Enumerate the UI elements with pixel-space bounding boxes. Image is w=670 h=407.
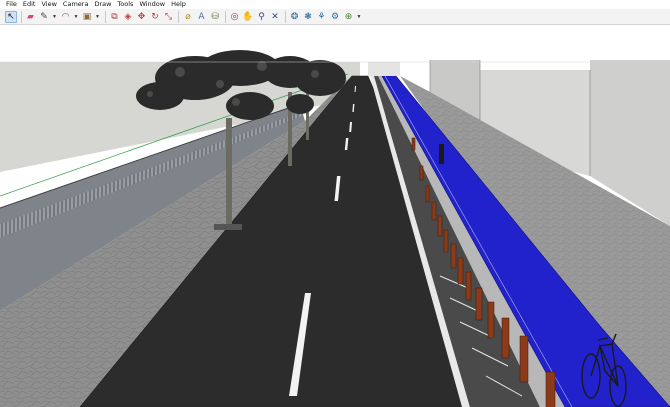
menu-window[interactable]: Window (136, 0, 168, 9)
arc-tool-icon[interactable]: ◠ (60, 11, 72, 23)
toolbar-separator (104, 10, 106, 23)
menu-help[interactable]: Help (168, 0, 189, 9)
pan-tool-icon[interactable]: ✋ (242, 11, 254, 23)
toolbar-separator (224, 10, 226, 23)
push-pull-tool-icon[interactable]: ⧉ (109, 11, 121, 23)
bollard-post-dark (439, 144, 444, 164)
layout-icon[interactable]: ⚙ (329, 11, 341, 23)
text-tool-icon[interactable]: A (196, 11, 208, 23)
shape-tool-icon[interactable]: ▣ (81, 11, 93, 23)
menu-view[interactable]: View (38, 0, 59, 9)
orbit-tool-icon[interactable]: ◎ (229, 11, 241, 23)
extension-manager-icon[interactable]: ⊕ (343, 11, 355, 23)
scale-tool-icon[interactable]: ⤡ (163, 11, 175, 23)
menu-file[interactable]: File (3, 0, 20, 9)
follow-me-tool-icon[interactable]: ◈ (122, 11, 134, 23)
chevron-down-icon[interactable]: ▼ (73, 11, 79, 23)
main-toolbar: ↖ ▰ ✎ ▼ ◠ ▼ ▣ ▼ ⧉ ◈ ✥ ↻ ⤡ ⌀ A ⛁ ◎ ✋ ⚲ ✕ ❂ ❃ ⚘ ⚙ ⊕ ▼ (0, 9, 670, 25)
line-tool-icon[interactable]: ✎ (38, 11, 50, 23)
menu-tools[interactable]: Tools (114, 0, 136, 9)
3d-warehouse-icon[interactable]: ❂ (289, 11, 301, 23)
toolbar-separator (284, 10, 286, 23)
chevron-down-icon[interactable]: ▼ (356, 11, 362, 23)
share-model-icon[interactable]: ⚘ (316, 11, 328, 23)
chevron-down-icon[interactable]: ▼ (52, 11, 58, 23)
toolbar-separator (20, 10, 22, 23)
menu-bar: File Edit View Camera Draw Tools Window Help (0, 0, 670, 9)
chevron-down-icon[interactable]: ▼ (95, 11, 101, 23)
menu-draw[interactable]: Draw (91, 0, 114, 9)
extension-warehouse-icon[interactable]: ❃ (302, 11, 314, 23)
zoom-extents-tool-icon[interactable]: ✕ (269, 11, 281, 23)
rotate-tool-icon[interactable]: ↻ (149, 11, 161, 23)
menu-camera[interactable]: Camera (60, 0, 92, 9)
zoom-tool-icon[interactable]: ⚲ (256, 11, 268, 23)
paint-bucket-tool-icon[interactable]: ⛁ (209, 11, 221, 23)
menu-edit[interactable]: Edit (20, 0, 39, 9)
tape-measure-tool-icon[interactable]: ⌀ (182, 11, 194, 23)
select-tool-icon[interactable]: ↖ (5, 10, 17, 23)
eraser-tool-icon[interactable]: ▰ (25, 11, 37, 23)
drawing-viewport[interactable] (0, 26, 670, 407)
3d-scene (0, 26, 670, 407)
move-tool-icon[interactable]: ✥ (136, 11, 148, 23)
toolbar-separator (178, 10, 179, 23)
